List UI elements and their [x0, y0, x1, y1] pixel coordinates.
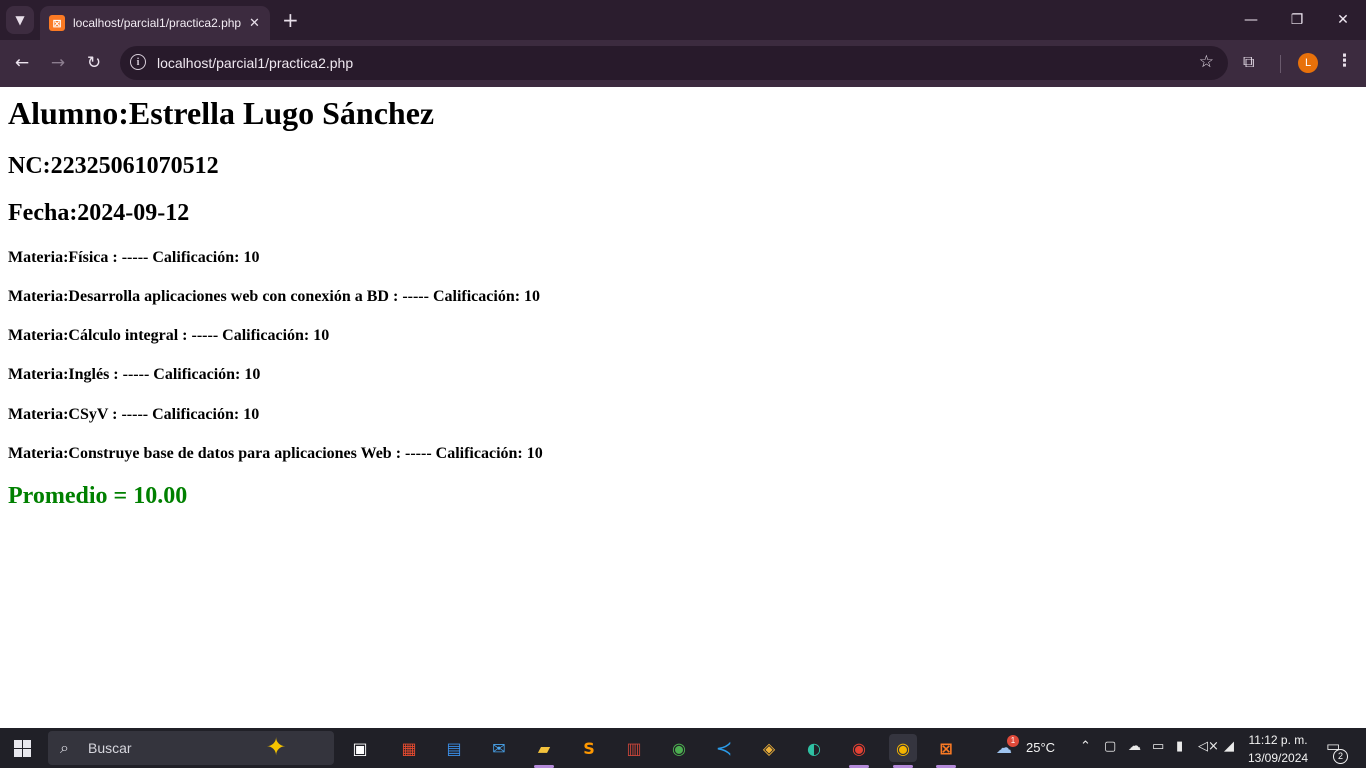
- mail-icon[interactable]: ✉: [485, 734, 513, 762]
- windows-start-icon[interactable]: [14, 740, 31, 757]
- close-window-button[interactable]: ✕: [1320, 0, 1366, 40]
- weather-alert-badge: 1: [1007, 735, 1019, 747]
- date-heading: Fecha:2024-09-12: [8, 200, 190, 226]
- weather-temperature[interactable]: 25°C: [1026, 740, 1055, 755]
- site-info-icon[interactable]: i: [130, 54, 146, 70]
- chevron-down-icon: ▼: [15, 13, 25, 27]
- subject-row: Materia:CSyV : ----- Calificación: 10: [8, 406, 260, 423]
- taskbar-search-placeholder: Buscar: [88, 740, 132, 756]
- onedrive-cloud-icon[interactable]: ☁: [1128, 739, 1141, 754]
- winrar-icon[interactable]: ▥: [620, 734, 648, 762]
- subject-row: Materia:Inglés : ----- Calificación: 10: [8, 366, 261, 383]
- forward-button[interactable]: →: [45, 50, 71, 76]
- subject-row: Materia:Física : ----- Calificación: 10: [8, 249, 260, 266]
- task-view-icon[interactable]: ▣: [346, 734, 374, 762]
- battery-icon[interactable]: ▮: [1176, 739, 1183, 754]
- office-icon[interactable]: ▦: [395, 734, 423, 762]
- vscode-icon[interactable]: ≺: [710, 734, 738, 762]
- page-content: Alumno:Estrella Lugo Sánchez NC:22325061…: [0, 87, 1366, 728]
- clock-date: 13/09/2024: [1248, 751, 1309, 765]
- show-hidden-icons-chevron-icon[interactable]: ⌃: [1080, 739, 1091, 754]
- control-number-heading: NC:22325061070512: [8, 153, 219, 179]
- extensions-icon[interactable]: ⧉: [1243, 52, 1254, 72]
- sublime-text-icon[interactable]: S: [575, 734, 603, 762]
- taskbar-clock[interactable]: 11:12 p. m. 13/09/2024: [1248, 731, 1308, 767]
- chrome-profile-e-icon[interactable]: ◉: [845, 734, 873, 762]
- file-explorer-icon[interactable]: ▰: [530, 734, 558, 762]
- reload-button[interactable]: ↻: [81, 50, 107, 76]
- subject-row: Materia:Cálculo integral : ----- Calific…: [8, 327, 330, 344]
- student-name-heading: Alumno:Estrella Lugo Sánchez: [8, 95, 435, 131]
- medal-app-icon[interactable]: ◈: [755, 734, 783, 762]
- subject-row: Materia:Desarrolla aplicaciones web con …: [8, 288, 541, 305]
- browser-toolbar: ← → ↻ i localhost/parcial1/practica2.php…: [0, 40, 1366, 87]
- browser-tab[interactable]: ⊠ localhost/parcial1/practica2.php ✕: [40, 6, 270, 40]
- address-bar[interactable]: i localhost/parcial1/practica2.php ☆: [120, 46, 1228, 80]
- notification-count-badge: 2: [1333, 749, 1348, 764]
- clock-time: 11:12 p. m.: [1248, 733, 1308, 747]
- display-icon[interactable]: ▭: [1152, 739, 1164, 754]
- tab-title: localhost/parcial1/practica2.php: [73, 16, 242, 30]
- bookmark-star-icon[interactable]: ☆: [1199, 52, 1214, 72]
- meet-camera-icon[interactable]: ▢: [1104, 739, 1116, 754]
- taskbar-search[interactable]: ⌕ Buscar ✦: [48, 731, 334, 765]
- wifi-icon[interactable]: ◢: [1224, 739, 1234, 754]
- chrome-profile-l-icon[interactable]: ◉: [889, 734, 917, 762]
- xampp-favicon-icon: ⊠: [49, 15, 65, 31]
- back-button[interactable]: ←: [9, 50, 35, 76]
- volume-muted-icon[interactable]: ◁×: [1198, 739, 1219, 754]
- edge-icon[interactable]: ◐: [800, 734, 828, 762]
- browser-menu-icon[interactable]: ⋮: [1336, 51, 1353, 71]
- restore-button[interactable]: ❐: [1274, 0, 1320, 40]
- address-url[interactable]: localhost/parcial1/practica2.php: [157, 55, 353, 71]
- search-icon: ⌕: [60, 738, 69, 757]
- average-heading: Promedio = 10.00: [8, 483, 188, 509]
- tab-search-button[interactable]: ▼: [6, 6, 34, 34]
- toolbar-divider: [1280, 55, 1281, 73]
- new-tab-button[interactable]: +: [282, 8, 299, 32]
- chrome-icon[interactable]: ◉: [665, 734, 693, 762]
- minimize-button[interactable]: —: [1228, 0, 1274, 40]
- copilot-sparkle-icon: ✦: [266, 733, 287, 761]
- subject-row: Materia:Construye base de datos para apl…: [8, 445, 543, 462]
- store-icon[interactable]: ▤: [440, 734, 468, 762]
- profile-avatar[interactable]: L: [1298, 53, 1318, 73]
- xampp-icon[interactable]: ⊠: [932, 734, 960, 762]
- tab-close-icon[interactable]: ✕: [249, 16, 260, 31]
- tab-strip: ▼ ⊠ localhost/parcial1/practica2.php ✕ +…: [0, 0, 1366, 40]
